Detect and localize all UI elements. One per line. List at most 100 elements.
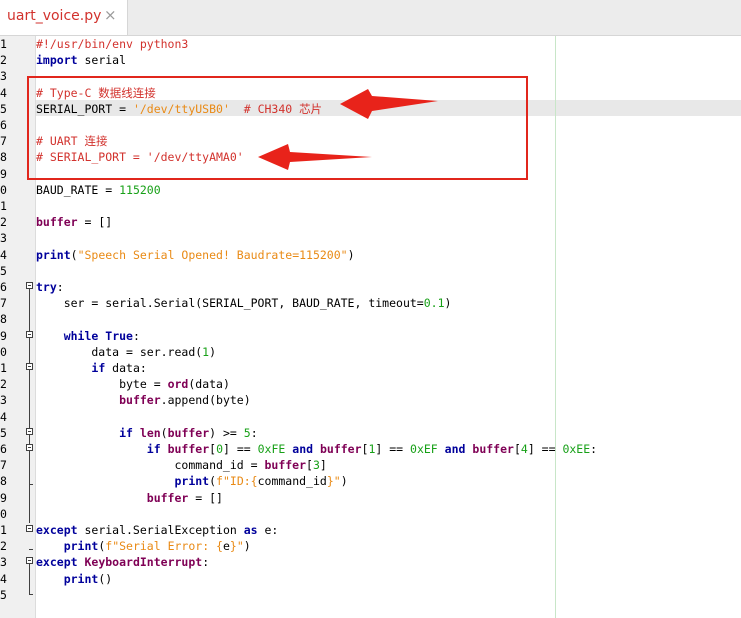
code-line[interactable]: 4 print("Speech Serial Opened! Baudrate=1… (0, 247, 741, 263)
code-line[interactable]: 6 if buffer[0] == 0xFE and buffer[1] == … (0, 441, 741, 457)
code-line[interactable]: 3 buffer.append(byte) (0, 392, 741, 408)
code-line[interactable]: 3 (0, 230, 741, 246)
code-token: ) (347, 247, 355, 262)
fold-toggle-if-buffer[interactable] (26, 444, 33, 451)
line-number: 5 (0, 425, 7, 440)
line-number: 3 (0, 393, 7, 408)
fold-toggle-except-keyboard[interactable] (26, 557, 33, 564)
line-number: 1 (0, 523, 7, 537)
code-line[interactable]: 4 (0, 409, 741, 425)
fold-toggle-if-len[interactable] (26, 428, 33, 435)
code-line[interactable]: 9 buffer = [] (0, 490, 741, 506)
tab-uart-voice[interactable]: uart_voice.py × (0, 0, 128, 35)
code-line[interactable]: 2 byte = ord(data) (0, 376, 741, 392)
code-text[interactable]: BAUD_RATE = 115200 (36, 182, 161, 198)
code-line[interactable]: 1 (0, 198, 741, 214)
fold-guide (29, 564, 30, 594)
fold-toggle-while[interactable] (26, 331, 33, 338)
code-line[interactable]: 5 if len(buffer) >= 5: (0, 425, 741, 441)
code-text[interactable]: import serial (36, 52, 126, 68)
code-line[interactable]: 9 while True: (0, 328, 741, 344)
code-line[interactable]: 5 (0, 263, 741, 279)
code-line[interactable]: 0 BAUD_RATE = 115200 (0, 182, 741, 198)
code-token: data = ser.read( (36, 344, 203, 359)
code-line[interactable]: 7 ser = serial.Serial(SERIAL_PORT, BAUD_… (0, 295, 741, 311)
code-line[interactable]: 5 (0, 587, 741, 603)
line-number: 5 (0, 263, 7, 278)
code-token: f"ID:{ (216, 474, 258, 489)
fold-toggle-except-serial[interactable] (26, 525, 33, 532)
code-token: 0xEF (410, 442, 438, 456)
code-token: 5 (243, 425, 251, 440)
code-token: 0xEE (562, 442, 591, 456)
code-token: : (132, 328, 140, 343)
line-number: 1 (0, 199, 7, 213)
code-line[interactable]: 2 buffer = [] (0, 214, 741, 230)
code-token: = [] (188, 490, 223, 505)
code-text[interactable]: try: (36, 279, 64, 295)
code-text[interactable]: #!/usr/bin/env python3 (36, 36, 188, 52)
code-line[interactable]: 0 (0, 506, 741, 522)
code-token: ] == (223, 442, 258, 456)
code-token: ) >= (209, 425, 244, 440)
code-token: serial (77, 53, 127, 68)
code-line[interactable]: 8 (0, 311, 741, 327)
code-token: buffer (319, 442, 362, 456)
code-text[interactable]: byte = ord(data) (36, 376, 230, 392)
code-text[interactable]: command_id = buffer[3] (36, 457, 326, 473)
code-token: }" (229, 539, 244, 554)
code-text[interactable]: ser = serial.Serial(SERIAL_PORT, BAUD_RA… (36, 295, 452, 311)
fold-end (29, 484, 33, 485)
code-text[interactable]: except KeyboardInterrupt: (36, 554, 209, 570)
code-line[interactable]: 4 print() (0, 571, 741, 587)
code-text[interactable]: print(f"Serial Error: {e}") (36, 538, 251, 554)
code-line[interactable]: 2 import serial (0, 52, 741, 68)
line-number: 2 (0, 377, 7, 392)
code-line[interactable]: 8 print(f"ID:{command_id}") (0, 473, 741, 489)
code-line[interactable]: 2 print(f"Serial Error: {e}") (0, 538, 741, 554)
code-line[interactable]: 0 data = ser.read(1) (0, 344, 741, 360)
code-token: if (91, 361, 106, 375)
annotation-box (27, 76, 528, 180)
code-text[interactable]: if data: (36, 360, 146, 376)
code-token: buffer (36, 215, 78, 230)
tab-title[interactable]: uart_voice.py (7, 8, 101, 24)
code-token: 0xFE (257, 442, 286, 456)
code-line[interactable]: 7 command_id = buffer[3] (0, 457, 741, 473)
fold-toggle-if-data[interactable] (26, 363, 33, 370)
fold-toggle-try[interactable] (26, 282, 33, 289)
code-text[interactable]: buffer = [] (36, 490, 223, 506)
code-line[interactable]: 3 except KeyboardInterrupt: (0, 554, 741, 570)
code-text[interactable]: data = ser.read(1) (36, 344, 216, 360)
code-text[interactable]: if buffer[0] == 0xFE and buffer[1] == 0x… (36, 441, 597, 457)
code-text[interactable]: except serial.SerialException as e: (36, 522, 278, 538)
code-text[interactable]: while True: (36, 328, 140, 344)
line-number: 2 (0, 215, 7, 230)
line-number: 6 (0, 442, 7, 456)
code-line[interactable]: 6 try: (0, 279, 741, 295)
line-number: 4 (0, 409, 7, 424)
code-line[interactable]: 1 except serial.SerialException as e: (0, 522, 741, 538)
code-token: command_id (257, 474, 327, 489)
code-token: ) (243, 539, 251, 554)
code-text[interactable]: print("Speech Serial Opened! Baudrate=11… (36, 247, 355, 263)
code-line[interactable]: 1 #!/usr/bin/env python3 (0, 36, 741, 52)
line-number: 0 (0, 344, 7, 359)
close-icon[interactable]: × (104, 6, 117, 24)
code-text[interactable]: print() (36, 571, 112, 587)
code-token: buffer (146, 490, 189, 505)
code-text[interactable]: buffer.append(byte) (36, 392, 251, 408)
code-line[interactable]: 1 if data: (0, 360, 741, 376)
code-text[interactable]: buffer = [] (36, 214, 112, 230)
code-token: e (222, 539, 230, 554)
code-text[interactable]: if len(buffer) >= 5: (36, 425, 258, 441)
code-text[interactable]: print(f"ID:{command_id}") (36, 473, 347, 489)
code-token: ( (160, 425, 168, 440)
